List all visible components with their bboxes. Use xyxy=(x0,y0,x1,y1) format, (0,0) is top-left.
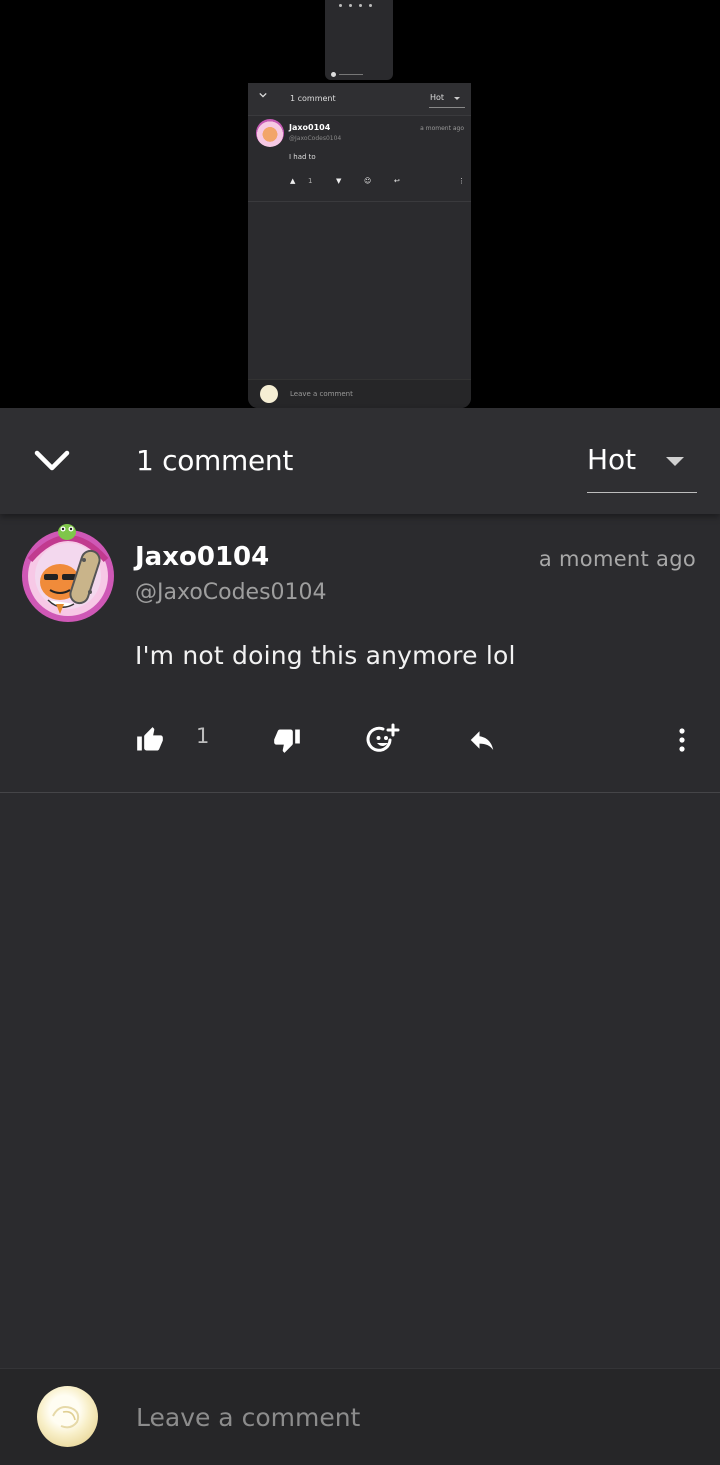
comment-text: I'm not doing this anymore lol xyxy=(135,641,516,670)
preview-timestamp: a moment ago xyxy=(420,125,464,132)
preview-actions: ▲ 1 ▼ ☺ ↩ ⋮ xyxy=(288,177,468,189)
comment-timestamp: a moment ago xyxy=(538,547,696,571)
comments-sheet: 1 comment Hot Jaxo0104 @JaxoCodes0104 a … xyxy=(0,408,720,1465)
comments-header: 1 comment Hot xyxy=(0,408,720,514)
preview-add-emoji-icon: ☺ xyxy=(364,177,372,185)
preview-input-placeholder: Leave a comment xyxy=(290,390,353,398)
divider xyxy=(0,792,720,793)
add-emoji-icon xyxy=(366,723,400,752)
preview-avatar xyxy=(256,119,284,147)
preview-like-count: 1 xyxy=(308,177,313,185)
current-user-avatar xyxy=(37,1386,98,1447)
preview-reply-icon: ↩ xyxy=(394,177,400,185)
thumbs-down-icon xyxy=(274,729,300,753)
reply-button[interactable] xyxy=(460,718,504,762)
sort-dropdown[interactable]: Hot xyxy=(587,432,697,493)
comment-input[interactable] xyxy=(136,1397,676,1437)
like-count: 1 xyxy=(196,724,210,748)
comment-handle: @JaxoCodes0104 xyxy=(135,580,327,605)
comment-count: 1 comment xyxy=(136,444,294,477)
preview-header: 1 comment Hot xyxy=(248,83,471,116)
comment-username[interactable]: Jaxo0104 xyxy=(135,542,269,572)
preview-comment-count: 1 comment xyxy=(290,94,336,103)
collapse-button[interactable] xyxy=(20,433,84,489)
preview-footer-avatar xyxy=(260,385,278,403)
preview-username: Jaxo0104 xyxy=(289,123,331,132)
comment-item: Jaxo0104 @JaxoCodes0104 a moment ago I'm… xyxy=(0,514,720,792)
comment-actions: 1 xyxy=(0,712,720,768)
preview-footer: Leave a comment xyxy=(248,379,471,408)
more-vertical-icon xyxy=(679,728,685,752)
preview-chevron-down-icon xyxy=(259,92,267,98)
previous-screenshot-preview: 1 comment Hot Jaxo0104 @JaxoCodes0104 a … xyxy=(0,0,720,408)
preview-caret-down-icon xyxy=(454,97,460,100)
caret-down-icon xyxy=(666,457,684,466)
preview-thumbs-up-icon: ▲ xyxy=(290,177,296,185)
preview-comment-sheet: 1 comment Hot Jaxo0104 @JaxoCodes0104 a … xyxy=(248,83,471,408)
preview-more-vertical-icon: ⋮ xyxy=(458,177,465,185)
reply-icon xyxy=(470,731,494,750)
preview-comment-text: I had to xyxy=(289,153,316,161)
thumbs-up-icon xyxy=(137,727,163,751)
add-reaction-button[interactable] xyxy=(361,718,405,762)
preview-top-card xyxy=(325,0,393,80)
sort-value: Hot xyxy=(587,443,637,476)
preview-handle: @JaxoCodes0104 xyxy=(289,135,342,142)
dislike-button[interactable] xyxy=(265,718,309,762)
chevron-down-icon xyxy=(34,450,70,471)
preview-thumbs-down-icon: ▼ xyxy=(336,177,342,185)
like-button[interactable] xyxy=(128,718,172,762)
avatar[interactable] xyxy=(20,520,116,624)
preview-sort-value: Hot xyxy=(430,93,445,102)
more-options-button[interactable] xyxy=(660,718,704,762)
comment-composer xyxy=(0,1368,720,1465)
